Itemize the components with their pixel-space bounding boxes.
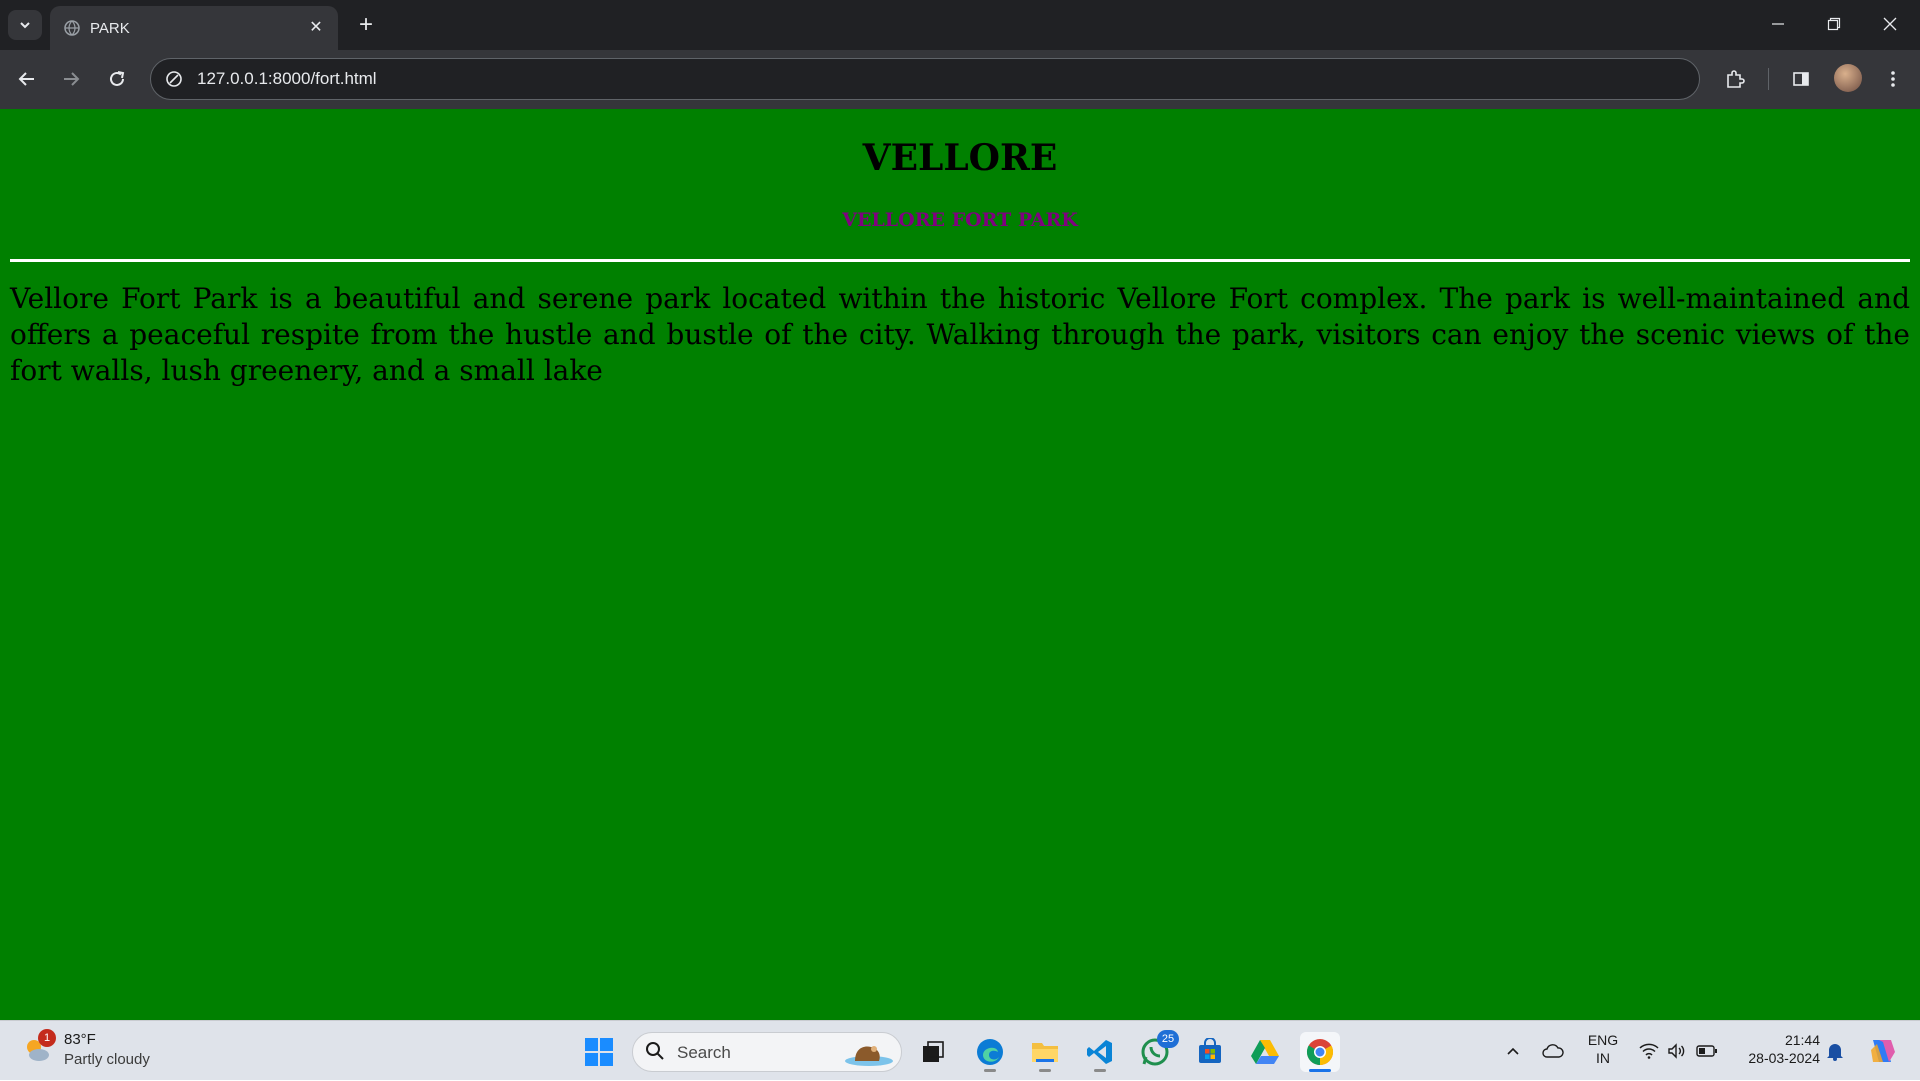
onedrive-button[interactable] (1538, 1021, 1568, 1081)
side-panel-icon (1793, 72, 1809, 86)
page-paragraph: Vellore Fort Park is a beautiful and ser… (10, 282, 1910, 387)
copilot-icon (1871, 1040, 1895, 1062)
language-code: ENG (1587, 1032, 1619, 1048)
close-tab-icon[interactable]: ✕ (304, 15, 328, 39)
forward-button[interactable] (56, 64, 86, 94)
notifications-button[interactable] (1822, 1021, 1848, 1081)
show-hidden-icons-button[interactable] (1500, 1021, 1526, 1081)
language-indicator[interactable]: ENG IN (1580, 1031, 1626, 1067)
url-text[interactable]: 127.0.0.1:8000/fort.html (197, 69, 377, 89)
search-highlight-icon (845, 1046, 893, 1066)
minimize-icon (1772, 23, 1784, 25)
wifi-icon (1639, 1043, 1659, 1059)
arrow-left-icon (18, 72, 34, 86)
running-indicator (1039, 1069, 1051, 1072)
store-button[interactable] (1190, 1032, 1230, 1072)
taskbar-search[interactable]: Search (632, 1032, 902, 1072)
clock-date: 28-03-2024 (1748, 1050, 1820, 1066)
google-drive-icon (1251, 1040, 1279, 1064)
edge-button[interactable] (970, 1032, 1010, 1072)
google-drive-button[interactable] (1245, 1032, 1285, 1072)
language-region: IN (1596, 1050, 1610, 1066)
back-button[interactable] (12, 64, 42, 94)
battery-status[interactable] (1694, 1021, 1720, 1081)
chevron-up-icon (1507, 1047, 1519, 1055)
vscode-button[interactable] (1080, 1032, 1120, 1072)
volume-status[interactable] (1664, 1021, 1690, 1081)
task-view-icon (923, 1041, 944, 1062)
tab-title: PARK (90, 20, 130, 37)
windows-start-icon[interactable] (582, 1035, 616, 1069)
weather-temperature: 83°F (64, 1031, 96, 1048)
chrome-button[interactable] (1300, 1032, 1340, 1072)
vscode-icon (1087, 1040, 1112, 1064)
tab-strip: PARK ✕ + (0, 0, 1920, 50)
reload-button[interactable] (102, 64, 132, 94)
wifi-status[interactable] (1636, 1021, 1662, 1081)
page-title: VELLORE (862, 137, 1058, 179)
arrow-right-icon (64, 72, 80, 86)
restore-button[interactable] (1806, 0, 1862, 48)
weather-badge: 1 (38, 1029, 56, 1047)
file-explorer-button[interactable] (1025, 1032, 1065, 1072)
extensions-button[interactable] (1720, 64, 1750, 94)
weather-widget[interactable]: 1 83°F Partly cloudy (22, 1029, 182, 1073)
task-view-button[interactable] (913, 1032, 953, 1072)
edge-icon (977, 1039, 1003, 1065)
close-icon (1883, 17, 1897, 31)
puzzle-icon (1727, 70, 1745, 88)
address-bar[interactable]: 127.0.0.1:8000/fort.html (150, 58, 1700, 100)
globe-icon (64, 20, 80, 36)
active-indicator (1309, 1069, 1331, 1072)
clock-time: 21:44 (1784, 1032, 1820, 1048)
copilot-button[interactable] (1864, 1021, 1900, 1081)
profile-avatar[interactable] (1834, 64, 1862, 92)
windows-taskbar: 1 83°F Partly cloudy Search 25 ENG IN 21… (0, 1020, 1920, 1080)
weather-condition: Partly cloudy (64, 1051, 150, 1068)
web-page: VELLORE VELLORE FORT PARK Vellore Fort P… (0, 109, 1920, 1020)
side-panel-button[interactable] (1786, 64, 1816, 94)
menu-button[interactable] (1878, 64, 1908, 94)
browser-chrome: PARK ✕ + 127.0.0.1:8000/fort.html (0, 0, 1920, 109)
cloud-icon (1542, 1044, 1564, 1058)
search-label: Search (677, 1043, 731, 1062)
bell-icon (1827, 1044, 1843, 1061)
horizontal-rule (10, 259, 1910, 262)
speaker-icon (1668, 1043, 1685, 1059)
chrome-icon (1306, 1039, 1334, 1066)
close-window-button[interactable] (1862, 0, 1918, 48)
toolbar-divider (1768, 68, 1769, 90)
running-indicator (1094, 1069, 1106, 1072)
new-tab-button[interactable]: + (352, 10, 380, 40)
tab-search-button[interactable] (8, 10, 42, 40)
store-icon (1199, 1038, 1221, 1063)
running-indicator (984, 1069, 996, 1072)
search-icon (645, 1041, 665, 1066)
whatsapp-button[interactable]: 25 (1135, 1030, 1179, 1072)
page-subtitle: VELLORE FORT PARK (842, 209, 1078, 231)
whatsapp-badge: 25 (1157, 1030, 1179, 1048)
kebab-menu-icon (1891, 71, 1895, 87)
reload-icon (110, 71, 125, 86)
battery-icon (1696, 1045, 1717, 1057)
folder-icon (1032, 1043, 1058, 1062)
site-info-icon[interactable] (165, 70, 183, 88)
active-tab[interactable]: PARK ✕ (50, 6, 338, 50)
browser-toolbar: 127.0.0.1:8000/fort.html (0, 50, 1920, 109)
restore-icon (1827, 17, 1841, 31)
minimize-button[interactable] (1750, 0, 1806, 48)
chevron-down-icon (20, 22, 30, 29)
system-clock[interactable]: 21:44 28-03-2024 (1730, 1031, 1820, 1067)
